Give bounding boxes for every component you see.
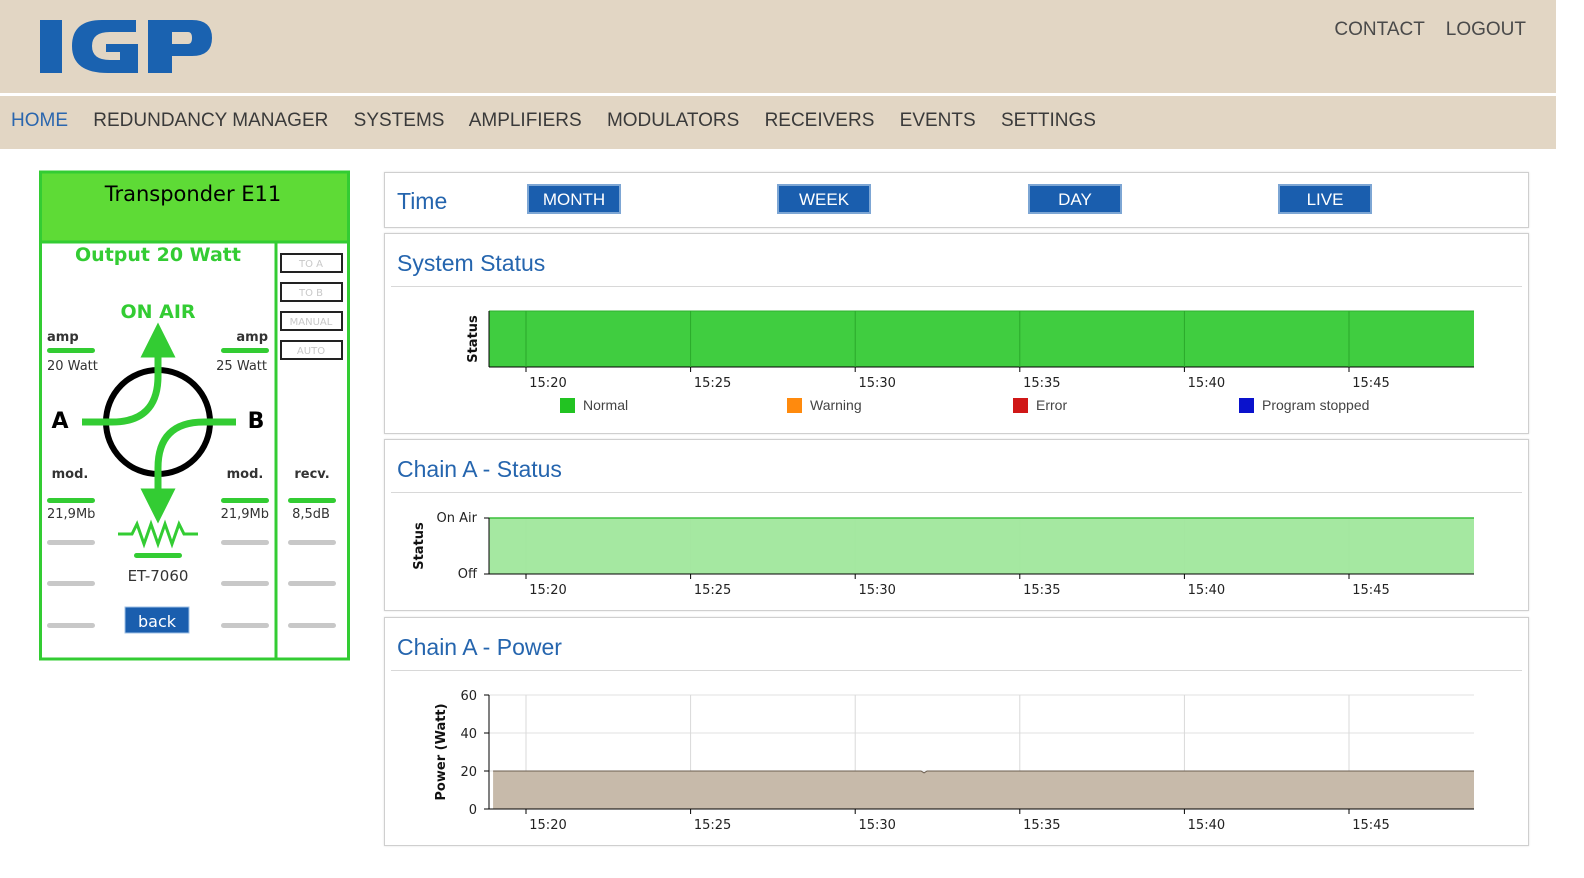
to-b-label: TO B [298, 288, 323, 299]
y-tick-label: 20 [460, 765, 477, 780]
igp-logo[interactable] [40, 18, 216, 74]
recv-indicator [288, 498, 336, 503]
amp-b-indicator [221, 348, 269, 353]
y-axis-label: Status [412, 522, 427, 570]
main-nav: HOME REDUNDANCY MANAGER SYSTEMS AMPLIFIE… [11, 110, 1116, 132]
transponder-title: Transponder E11 [104, 182, 282, 206]
time-label: Time [397, 188, 448, 214]
chain-b-label: B [248, 409, 265, 434]
power-area [493, 771, 1474, 809]
legend-normal-label: Normal [583, 397, 629, 413]
legend-error: Error [1013, 397, 1067, 413]
load-indicator [134, 553, 182, 558]
control-buttons: TO A TO B MANUAL AUTO [280, 253, 343, 360]
legend-warning: Warning [787, 397, 862, 413]
recv-value: 8,5dB [292, 507, 330, 522]
mod-b-value: 21,9Mb [221, 507, 269, 522]
x-tick-label: 15:30 [858, 818, 895, 833]
y-tick-label: On Air [437, 511, 478, 526]
x-tick-label: 15:30 [858, 376, 895, 391]
empty-indicators [47, 540, 336, 628]
week-button[interactable]: WEEK [777, 184, 871, 214]
legend-program-stopped-label: Program stopped [1262, 397, 1370, 413]
amp-a-label: amp [47, 330, 79, 345]
legend-normal: Normal [560, 397, 628, 413]
x-tick-label: 15:25 [694, 376, 731, 391]
mod-a-label: mod. [52, 467, 89, 482]
live-button[interactable]: LIVE [1278, 184, 1372, 214]
to-a-label: TO A [298, 259, 323, 270]
mod-a-indicator [47, 498, 95, 503]
x-tick-label: 15:45 [1352, 818, 1389, 833]
nav-events[interactable]: EVENTS [900, 110, 976, 131]
y-axis-label: Power (Watt) [434, 703, 449, 800]
nav-settings[interactable]: SETTINGS [1001, 110, 1096, 131]
legend-warning-label: Warning [810, 397, 862, 413]
mod-b-indicator [221, 498, 269, 503]
x-tick-label: 15:20 [529, 583, 566, 598]
legend-warning-swatch [787, 398, 802, 413]
mod-a-value: 21,9Mb [47, 507, 95, 522]
x-tick-label: 15:35 [1023, 376, 1060, 391]
nav-amplifiers[interactable]: AMPLIFIERS [469, 110, 582, 131]
x-tick-label: 15:25 [694, 583, 731, 598]
amp-a-indicator [47, 348, 95, 353]
nav-systems[interactable]: SYSTEMS [354, 110, 445, 131]
amp-b-value: 25 Watt [216, 359, 267, 374]
legend-program-stopped: Program stopped [1239, 397, 1369, 413]
chain-a-power-panel: Chain A - Power 0 20 40 60 15:20 15:25 15:30 15… [384, 617, 1529, 846]
x-tick-label: 15:45 [1352, 583, 1389, 598]
auto-label: AUTO [297, 346, 325, 357]
y-tick-label: 0 [469, 803, 477, 818]
load-name: ET-7060 [128, 567, 189, 585]
x-tick-label: 15:40 [1188, 818, 1225, 833]
x-tick-label: 15:20 [529, 818, 566, 833]
nav-redundancy-manager[interactable]: REDUNDANCY MANAGER [93, 110, 328, 131]
manual-label: MANUAL [290, 317, 333, 328]
legend-normal-swatch [560, 398, 575, 413]
chain-a-status-panel: Chain A - Status 15:20 15:25 15:30 15:35 15:… [384, 439, 1529, 611]
on-air-label: ON AIR [120, 301, 195, 323]
transponder-panel: Transponder E11 Output 20 Watt ON AIR am… [39, 170, 350, 661]
x-tick-label: 15:30 [858, 583, 895, 598]
resistor-load-icon [118, 519, 198, 549]
amp-b-label: amp [236, 330, 268, 345]
y-axis-label: Status [466, 315, 481, 363]
y-tick-label: Off [458, 567, 478, 582]
output-label: Output 20 Watt [75, 244, 241, 266]
day-button[interactable]: DAY [1028, 184, 1122, 214]
x-tick-label: 15:35 [1023, 583, 1060, 598]
month-button[interactable]: MONTH [527, 184, 621, 214]
nav-receivers[interactable]: RECEIVERS [765, 110, 875, 131]
chain-a-status-chart: 15:20 15:25 15:30 15:35 15:40 15:45 On Air Off S… [412, 511, 1474, 598]
x-tick-label: 15:45 [1352, 376, 1389, 391]
x-tick-label: 15:25 [694, 818, 731, 833]
y-tick-label: 60 [460, 689, 477, 704]
logout-link[interactable]: LOGOUT [1446, 19, 1526, 40]
x-tick-label: 15:40 [1188, 376, 1225, 391]
mod-b-label: mod. [227, 467, 264, 482]
top-header: CONTACT LOGOUT [0, 0, 1556, 93]
nav-modulators[interactable]: MODULATORS [607, 110, 739, 131]
top-links: CONTACT LOGOUT [1318, 19, 1526, 41]
contact-link[interactable]: CONTACT [1334, 19, 1424, 40]
status-band-normal [489, 311, 1474, 367]
chain-a-power-chart: 0 20 40 60 15:20 15:25 15:30 15:35 15:40 15:45 Pow… [434, 689, 1474, 833]
legend-error-swatch [1013, 398, 1028, 413]
switch-diagram-icon [82, 322, 236, 524]
amp-a-value: 20 Watt [47, 359, 98, 374]
legend-error-label: Error [1036, 397, 1068, 413]
y-tick-label: 40 [460, 727, 477, 742]
system-status-panel: System Status 15:20 15:25 15:30 15:35 15:40 1… [384, 233, 1529, 434]
x-tick-label: 15:35 [1023, 818, 1060, 833]
status-area-on-air [489, 518, 1474, 574]
back-button-label: back [138, 612, 177, 631]
x-tick-label: 15:20 [529, 376, 566, 391]
nav-home[interactable]: HOME [11, 110, 68, 131]
legend-program-stopped-swatch [1239, 398, 1254, 413]
chain-a-label: A [51, 409, 68, 434]
recv-label: recv. [294, 467, 329, 482]
time-panel: Time MONTH WEEK DAY LIVE [384, 172, 1529, 228]
x-tick-label: 15:40 [1188, 583, 1225, 598]
